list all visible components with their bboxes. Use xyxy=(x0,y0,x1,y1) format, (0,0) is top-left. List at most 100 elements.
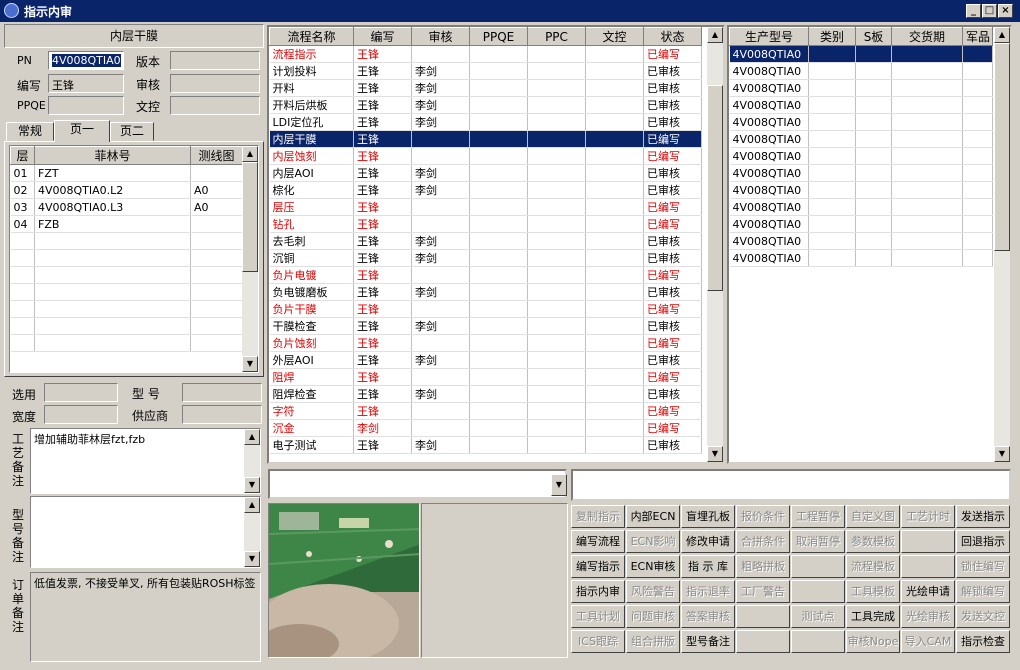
scroll-down-icon[interactable]: ▼ xyxy=(242,356,258,372)
scroll-up-icon[interactable]: ▲ xyxy=(242,146,258,162)
scroll-up-icon[interactable]: ▲ xyxy=(707,27,723,43)
order-note-box[interactable]: 低值发票, 不接受单叉, 所有包装贴ROSH标签 xyxy=(30,572,261,662)
action-button[interactable]: 合拼条件 xyxy=(736,530,790,553)
action-button[interactable]: 光绘审核 xyxy=(901,605,955,628)
action-button[interactable]: 审核Nope xyxy=(846,630,900,653)
close-button[interactable]: × xyxy=(998,4,1013,18)
author-field[interactable]: 王锋 xyxy=(48,74,124,93)
flow-header-cell[interactable]: 文控 xyxy=(585,27,644,46)
flow-row[interactable]: 内层AOI 王锋 李剑 已审核 xyxy=(269,164,702,182)
model-row[interactable]: 4V008QTIA0 xyxy=(729,215,993,233)
flow-header-cell[interactable]: 流程名称 xyxy=(269,27,354,46)
layer-header-layer[interactable]: 层 xyxy=(10,146,35,165)
model-row[interactable]: 4V008QTIA0 xyxy=(729,130,993,148)
scroll-up-icon[interactable]: ▲ xyxy=(244,497,260,513)
model-row[interactable]: 4V008QTIA0 xyxy=(729,96,993,114)
action-button[interactable]: 工程暂停 xyxy=(791,505,845,528)
flow-row[interactable]: 内层干膜 王锋 已编写 xyxy=(269,130,702,148)
scroll-thumb[interactable] xyxy=(242,162,258,272)
action-button[interactable]: ECN影响 xyxy=(626,530,680,553)
scroll-up-icon[interactable]: ▲ xyxy=(994,27,1010,43)
command-input[interactable] xyxy=(571,469,1011,501)
process-note-scrollbar[interactable]: ▲ ▼ xyxy=(244,429,260,493)
model-row[interactable]: 4V008QTIA0 xyxy=(729,79,993,97)
action-button[interactable]: 工具完成 xyxy=(846,605,900,628)
tab-general[interactable]: 常规 xyxy=(6,122,54,141)
model-field[interactable] xyxy=(182,383,262,402)
layer-row[interactable]: 02 4V008QTIA0.L2 A0 xyxy=(10,181,243,199)
action-button[interactable]: 发送文控 xyxy=(956,605,1010,628)
flow-row[interactable]: 负片干膜 王锋 已编写 xyxy=(269,300,702,318)
action-button[interactable]: 参数模板 xyxy=(846,530,900,553)
flow-row[interactable]: 阻焊 王锋 已编写 xyxy=(269,368,702,386)
process-note-box[interactable]: 增加辅助菲林层fzt,fzb ▲ ▼ xyxy=(30,428,261,494)
maximize-button[interactable]: □ xyxy=(982,4,997,18)
model-row[interactable]: 4V008QTIA0 xyxy=(729,113,993,131)
flow-row[interactable]: 干膜检查 王锋 李剑 已审核 xyxy=(269,317,702,335)
action-button[interactable]: 答案审核 xyxy=(681,605,735,628)
flow-row[interactable]: 沉金 李剑 已编写 xyxy=(269,419,702,437)
action-button[interactable]: 盲埋孔板 xyxy=(681,505,735,528)
review-field[interactable] xyxy=(170,74,260,93)
flow-row[interactable]: 棕化 王锋 李剑 已审核 xyxy=(269,181,702,199)
model-row[interactable]: 4V008QTIA0 xyxy=(729,62,993,80)
scroll-thumb[interactable] xyxy=(994,43,1010,251)
minimize-button[interactable]: _ xyxy=(966,4,981,18)
action-button[interactable]: 取消暂停 xyxy=(791,530,845,553)
action-button[interactable]: 测试点 xyxy=(791,605,845,628)
layer-row[interactable]: 01 FZT xyxy=(10,164,243,182)
doc-control-field[interactable] xyxy=(170,96,260,115)
flow-row[interactable]: 开料 王锋 李剑 已审核 xyxy=(269,79,702,97)
action-button[interactable]: 风险警告 xyxy=(626,580,680,603)
flow-row[interactable]: 负电镀磨板 王锋 李剑 已审核 xyxy=(269,283,702,301)
action-button[interactable]: 工艺计时 xyxy=(901,505,955,528)
action-button[interactable]: 指示检查 xyxy=(956,630,1010,653)
action-button[interactable]: 流程模板 xyxy=(846,555,900,578)
layer-scrollbar[interactable]: ▲ ▼ xyxy=(242,146,258,372)
chevron-down-icon[interactable]: ▼ xyxy=(551,474,567,496)
action-button[interactable]: 指示内审 xyxy=(571,580,625,603)
width-field[interactable] xyxy=(44,405,118,424)
action-button[interactable]: ECN审核 xyxy=(626,555,680,578)
flow-row[interactable]: 内层蚀刻 王锋 已编写 xyxy=(269,147,702,165)
flow-row[interactable]: 外层AOI 王锋 李剑 已审核 xyxy=(269,351,702,369)
flow-row[interactable]: 负片电镀 王锋 已编写 xyxy=(269,266,702,284)
scroll-down-icon[interactable]: ▼ xyxy=(994,446,1010,462)
scroll-down-icon[interactable]: ▼ xyxy=(244,551,260,567)
flow-row[interactable]: LDI定位孔 王锋 李剑 已审核 xyxy=(269,113,702,131)
tab-page-two[interactable]: 页二 xyxy=(110,122,154,141)
flow-row[interactable]: 钻孔 王锋 已编写 xyxy=(269,215,702,233)
action-button[interactable]: 报价条件 xyxy=(736,505,790,528)
action-button[interactable]: 工具模板 xyxy=(846,580,900,603)
action-button[interactable]: 编写流程 xyxy=(571,530,625,553)
layer-header-trace[interactable]: 测线图 xyxy=(190,146,243,165)
action-button[interactable]: 工厂警告 xyxy=(736,580,790,603)
flow-row[interactable]: 阻焊检查 王锋 李剑 已审核 xyxy=(269,385,702,403)
tab-page-one[interactable]: 页一 xyxy=(54,120,110,142)
action-button[interactable]: 导入CAM xyxy=(901,630,955,653)
flow-row[interactable]: 电子测试 王锋 李剑 已审核 xyxy=(269,436,702,454)
flow-row[interactable]: 层压 王锋 已编写 xyxy=(269,198,702,216)
flow-row[interactable]: 去毛刺 王锋 李剑 已审核 xyxy=(269,232,702,250)
action-button[interactable]: 工具计划 xyxy=(571,605,625,628)
scroll-down-icon[interactable]: ▼ xyxy=(244,477,260,493)
flow-header-cell[interactable]: PPQE xyxy=(469,27,528,46)
scroll-thumb[interactable] xyxy=(707,85,723,291)
action-button[interactable]: 锁住编写 xyxy=(956,555,1010,578)
model-header-cell[interactable]: 军品 xyxy=(962,27,993,46)
layer-row[interactable]: 03 4V008QTIA0.L3 A0 xyxy=(10,198,243,216)
model-note-box[interactable]: ▲ ▼ xyxy=(30,496,261,568)
layer-header-film[interactable]: 菲林号 xyxy=(34,146,191,165)
scroll-up-icon[interactable]: ▲ xyxy=(244,429,260,445)
model-row[interactable]: 4V008QTIA0 xyxy=(729,164,993,182)
model-header-cell[interactable]: S板 xyxy=(855,27,892,46)
model-header-cell[interactable]: 生产型号 xyxy=(729,27,809,46)
action-button[interactable]: 指 示 库 xyxy=(681,555,735,578)
action-button[interactable]: 修改申请 xyxy=(681,530,735,553)
flow-select-combo[interactable]: ▼ xyxy=(268,469,567,499)
select-field[interactable] xyxy=(44,383,118,402)
model-scrollbar[interactable]: ▲ ▼ xyxy=(994,27,1010,462)
action-button[interactable]: 发送指示 xyxy=(956,505,1010,528)
flow-header-cell[interactable]: 状态 xyxy=(643,27,702,46)
model-row[interactable]: 4V008QTIA0 xyxy=(729,147,993,165)
